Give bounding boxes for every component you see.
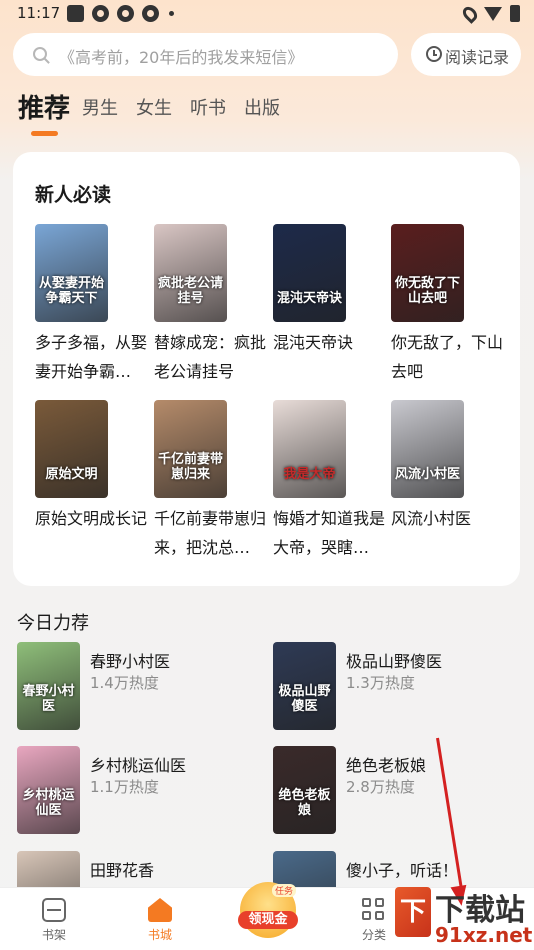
tab-recommend[interactable]: 推荐: [18, 92, 71, 136]
book-cover[interactable]: 我是大帝: [273, 400, 346, 498]
list-item[interactable]: 春野小村医 春野小村医 1.4万热度: [17, 642, 257, 732]
new-readers-section: 新人必读 从娶妻开始争霸天下 多子多福，从娶妻开始争霸… 疯批老公请挂号 替嫁成…: [13, 152, 520, 586]
reading-history-label: 阅读记录: [445, 48, 510, 67]
list-item[interactable]: 田野花香: [17, 851, 257, 887]
book-title[interactable]: 田野花香: [90, 857, 154, 881]
bookstore-icon: [148, 898, 172, 922]
search-input[interactable]: 《高考前，20年后的我发来短信》: [13, 33, 398, 76]
book-cover[interactable]: 你无敌了下山去吧: [391, 224, 464, 322]
watermark-url: 91xz.net: [435, 923, 533, 947]
list-item[interactable]: 傻小子，听话！: [273, 851, 513, 887]
cover-title: 原始文明: [45, 467, 98, 482]
book-item[interactable]: 从娶妻开始争霸天下 多子多福，从娶妻开始争霸…: [35, 224, 147, 386]
watermark-logo: 下: [395, 887, 431, 937]
book-title[interactable]: 替嫁成宠：疯批老公请挂号: [154, 328, 266, 386]
watermark: 下 下载站 91xz.net: [395, 885, 534, 950]
book-item[interactable]: 你无敌了下山去吧 你无敌了，下山去吧: [391, 224, 503, 386]
tab-male[interactable]: 男生: [82, 92, 118, 126]
book-cover[interactable]: 极品山野傻医: [273, 642, 336, 730]
tab-label: 推荐: [18, 94, 71, 124]
settings-notification-icon: [117, 5, 134, 22]
book-cover[interactable]: 风流小村医: [391, 400, 464, 498]
list-item[interactable]: 绝色老板娘 绝色老板娘 2.8万热度: [273, 746, 513, 836]
system-icons: [460, 3, 520, 24]
book-item[interactable]: 原始文明 原始文明成长记: [35, 400, 147, 562]
cover-title: 春野小村医: [22, 684, 75, 714]
book-title[interactable]: 乡村桃运仙医: [90, 752, 186, 776]
settings-notification-icon: [142, 5, 159, 22]
book-cover[interactable]: 原始文明: [35, 400, 108, 498]
nav-label: 书城: [147, 928, 172, 942]
notification-icons: [67, 5, 174, 22]
book-title[interactable]: 春野小村医: [90, 648, 170, 672]
book-cover[interactable]: 混沌天帝诀: [273, 224, 346, 322]
section-title: 今日力荐: [17, 613, 89, 634]
book-cover[interactable]: 乡村桃运仙医: [17, 746, 80, 834]
tab-female[interactable]: 女生: [136, 92, 172, 126]
app-notification-icon: [67, 5, 84, 22]
heat-count: 2.8万热度: [346, 778, 415, 796]
cover-title: 混沌天帝诀: [276, 291, 342, 306]
section-title: 新人必读: [35, 184, 112, 206]
wifi-icon: [484, 6, 502, 21]
nav-label: 书架: [41, 928, 66, 942]
book-cover[interactable]: 从娶妻开始争霸天下: [35, 224, 108, 322]
book-title[interactable]: 悔婚才知道我是大帝，哭瞎…: [273, 504, 385, 562]
list-item[interactable]: 极品山野傻医 极品山野傻医 1.3万热度: [273, 642, 513, 732]
bookshelf-icon: [42, 898, 66, 922]
book-cover[interactable]: [273, 851, 336, 887]
book-title[interactable]: 风流小村医: [391, 504, 503, 562]
cover-title: 我是大帝: [283, 467, 336, 482]
cover-title: 从娶妻开始争霸天下: [38, 276, 104, 306]
tab-published[interactable]: 出版: [244, 92, 280, 126]
list-item[interactable]: 乡村桃运仙医 乡村桃运仙医 1.1万热度: [17, 746, 257, 836]
status-time: 11:17: [17, 4, 61, 22]
book-cover[interactable]: 疯批老公请挂号: [154, 224, 227, 322]
cover-title: 你无敌了下山去吧: [394, 276, 460, 306]
location-icon: [460, 3, 480, 24]
book-cover[interactable]: [17, 851, 80, 887]
book-item[interactable]: 混沌天帝诀 混沌天帝诀: [273, 224, 383, 386]
settings-notification-icon: [92, 5, 109, 22]
cover-title: 绝色老板娘: [278, 788, 331, 818]
category-tabs: 推荐 男生 女生 听书 出版: [18, 92, 298, 136]
heat-count: 1.4万热度: [90, 674, 159, 692]
cover-title: 极品山野傻医: [278, 684, 331, 714]
book-item[interactable]: 千亿前妻带崽归来 千亿前妻带崽归来，把沈总…: [154, 400, 266, 562]
book-cover[interactable]: 春野小村医: [17, 642, 80, 730]
task-badge: 任务: [272, 884, 297, 897]
nav-bookshelf[interactable]: 书架: [14, 888, 94, 950]
book-title[interactable]: 绝色老板娘: [346, 752, 426, 776]
cover-title: 乡村桃运仙医: [22, 788, 75, 818]
book-title[interactable]: 原始文明成长记: [35, 504, 147, 562]
more-notifications-icon: [169, 11, 174, 16]
earn-cash-button[interactable]: 领现金: [238, 911, 298, 929]
search-placeholder: 《高考前，20年后的我发来短信》: [59, 48, 304, 67]
reading-history-button[interactable]: 阅读记录: [411, 33, 521, 76]
cover-title: 千亿前妻带崽归来: [157, 452, 223, 482]
book-title[interactable]: 混沌天帝诀: [273, 328, 385, 386]
clock-icon: [426, 46, 442, 62]
book-title[interactable]: 你无敌了，下山去吧: [391, 328, 503, 386]
category-icon: [362, 898, 386, 922]
nav-bookstore[interactable]: 书城: [120, 888, 200, 950]
book-title[interactable]: 多子多福，从娶妻开始争霸…: [35, 328, 147, 386]
book-item[interactable]: 疯批老公请挂号 替嫁成宠：疯批老公请挂号: [154, 224, 266, 386]
book-title[interactable]: 极品山野傻医: [346, 648, 442, 672]
battery-icon: [510, 5, 520, 22]
book-title[interactable]: 傻小子，听话！: [346, 857, 458, 881]
heat-count: 1.1万热度: [90, 778, 159, 796]
cover-title: 风流小村医: [394, 467, 460, 482]
book-item[interactable]: 风流小村医 风流小村医: [391, 400, 501, 562]
search-icon: [33, 47, 47, 61]
book-cover[interactable]: 千亿前妻带崽归来: [154, 400, 227, 498]
heat-count: 1.3万热度: [346, 674, 415, 692]
book-item[interactable]: 我是大帝 悔婚才知道我是大帝，哭瞎…: [273, 400, 385, 562]
book-title[interactable]: 千亿前妻带崽归来，把沈总…: [154, 504, 266, 562]
active-tab-indicator: [31, 131, 58, 136]
status-bar: 11:17: [0, 0, 534, 28]
cover-title: 疯批老公请挂号: [157, 276, 223, 306]
book-cover[interactable]: 绝色老板娘: [273, 746, 336, 834]
tab-audiobook[interactable]: 听书: [190, 92, 226, 126]
